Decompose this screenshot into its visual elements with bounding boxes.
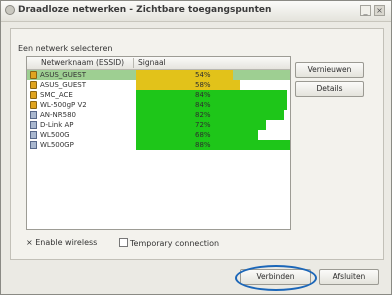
details-button[interactable]: Details (295, 81, 364, 97)
network-row[interactable]: WL500G 68% (27, 130, 290, 140)
title-bar[interactable]: Draadloze netwerken - Zichtbare toegangs… (1, 1, 391, 22)
list-header: Netwerknaam (ESSID) Signaal (27, 57, 290, 70)
signal-percent: 88% (195, 141, 211, 149)
lock-icon (30, 101, 37, 109)
signal-percent: 82% (195, 111, 211, 119)
open-network-icon (30, 131, 37, 139)
enable-wireless-label: Enable wireless (35, 238, 98, 247)
network-ssid: SMC_ACE (40, 91, 73, 99)
lock-icon (30, 71, 37, 79)
wireless-networks-window: Draadloze netwerken - Zichtbare toegangs… (0, 0, 392, 295)
network-row[interactable]: D-Link AP 72% (27, 120, 290, 130)
checkbox-checked-icon: × (26, 238, 33, 247)
network-row[interactable]: ASUS_GUEST 54% (27, 70, 290, 80)
refresh-button[interactable]: Vernieuwen (295, 62, 364, 78)
signal-bar (136, 80, 240, 90)
network-ssid: ASUS_GUEST (40, 81, 86, 89)
network-ssid: D-Link AP (40, 121, 74, 129)
network-row[interactable]: SMC_ACE 84% (27, 90, 290, 100)
network-list[interactable]: Netwerknaam (ESSID) Signaal ASUS_GUEST 54… (26, 56, 291, 230)
network-row[interactable]: AN-NR580 82% (27, 110, 290, 120)
temporary-connection-label: Temporary connection (130, 239, 220, 248)
network-row[interactable]: WL500GP 88% (27, 140, 290, 150)
signal-percent: 84% (195, 91, 211, 99)
network-ssid: WL500GP (40, 141, 74, 149)
signal-percent: 68% (195, 131, 211, 139)
network-ssid: ASUS_GUEST (40, 71, 86, 79)
highlight-annotation (235, 265, 317, 291)
column-header-ssid[interactable]: Netwerknaam (ESSID) (41, 58, 124, 67)
signal-bar (136, 70, 233, 80)
signal-percent: 72% (195, 121, 211, 129)
open-network-icon (30, 141, 37, 149)
temporary-connection-checkbox[interactable]: Temporary connection (119, 238, 219, 248)
network-row[interactable]: WL-500gP V2 84% (27, 100, 290, 110)
network-ssid: WL500G (40, 131, 70, 139)
checkbox-unchecked-icon (119, 238, 128, 247)
column-separator[interactable] (133, 58, 134, 68)
signal-bar (136, 140, 290, 150)
open-network-icon (30, 121, 37, 129)
cancel-button[interactable]: Afsluiten (319, 269, 379, 285)
open-network-icon (30, 111, 37, 119)
window-title: Draadloze netwerken - Zichtbare toegangs… (18, 5, 272, 15)
close-button[interactable]: × (374, 5, 385, 16)
signal-percent: 84% (195, 101, 211, 109)
enable-wireless-checkbox[interactable]: × Enable wireless (26, 238, 97, 247)
select-network-label: Een netwerk selecteren (18, 44, 113, 53)
network-ssid: WL-500gP V2 (40, 101, 87, 109)
signal-percent: 58% (195, 81, 211, 89)
signal-bar (136, 100, 287, 110)
network-icon (5, 5, 15, 15)
signal-bar (136, 90, 287, 100)
network-row[interactable]: ASUS_GUEST 58% (27, 80, 290, 90)
network-ssid: AN-NR580 (40, 111, 77, 119)
lock-icon (30, 91, 37, 99)
minimize-button[interactable]: _ (360, 5, 371, 16)
column-header-signal[interactable]: Signaal (138, 58, 166, 67)
signal-percent: 54% (195, 71, 211, 79)
lock-icon (30, 81, 37, 89)
